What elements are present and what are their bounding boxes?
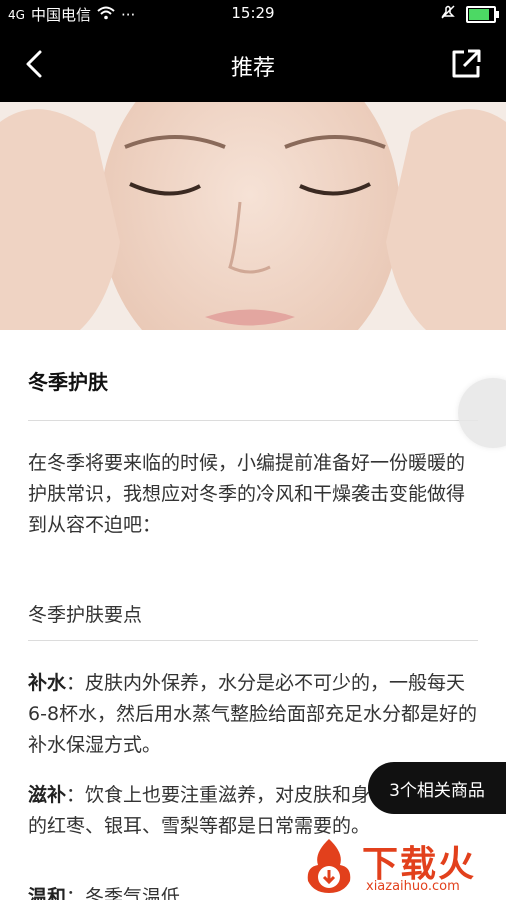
top-nav-bar: 推荐 — [0, 28, 506, 102]
battery-icon — [466, 5, 499, 23]
article-intro: 在冬季将要来临的时候，小编提前准备好一份暖暖的护肤常识，我想应对冬季的冷风和干燥… — [28, 452, 466, 536]
section-heading: 冬季护肤要点 — [28, 604, 143, 626]
flame-logo-icon — [307, 839, 351, 893]
article-title: 冬季护肤 — [28, 370, 108, 394]
section-divider — [28, 640, 478, 641]
related-products-button[interactable]: 3个相关商品 — [368, 762, 506, 814]
page-title: 推荐 — [230, 56, 275, 81]
watermark-url: xiazaihuo.com — [366, 879, 460, 894]
point-label: 补水 — [28, 672, 67, 694]
title-divider — [28, 420, 478, 421]
floating-assist-button[interactable] — [458, 378, 506, 448]
status-right — [440, 4, 499, 24]
point-hydration: 补水：皮肤内外保养，水分是必不可少的，一般每天6-8杯水，然后用水蒸气整脸给面部… — [28, 668, 478, 761]
point-text: ：冬季气温低... — [66, 886, 199, 900]
point-label: 温和 — [28, 886, 67, 900]
mute-icon — [440, 4, 456, 24]
point-label: 滋补 — [28, 784, 67, 806]
status-bar: 4G 中国电信 ··· 15:29 — [0, 0, 506, 28]
share-external-icon — [452, 49, 481, 78]
point-text: ：皮肤内外保养，水分是必不可少的，一般每天6-8杯水，然后用水蒸气整脸给面部充足… — [28, 672, 478, 756]
status-time: 15:29 — [231, 4, 275, 22]
article-hero-image — [0, 102, 506, 330]
watermark-logo: 下载火 xiazaihuo.com — [300, 835, 500, 897]
face-photo-illustration — [0, 102, 506, 330]
share-button[interactable] — [450, 48, 482, 80]
